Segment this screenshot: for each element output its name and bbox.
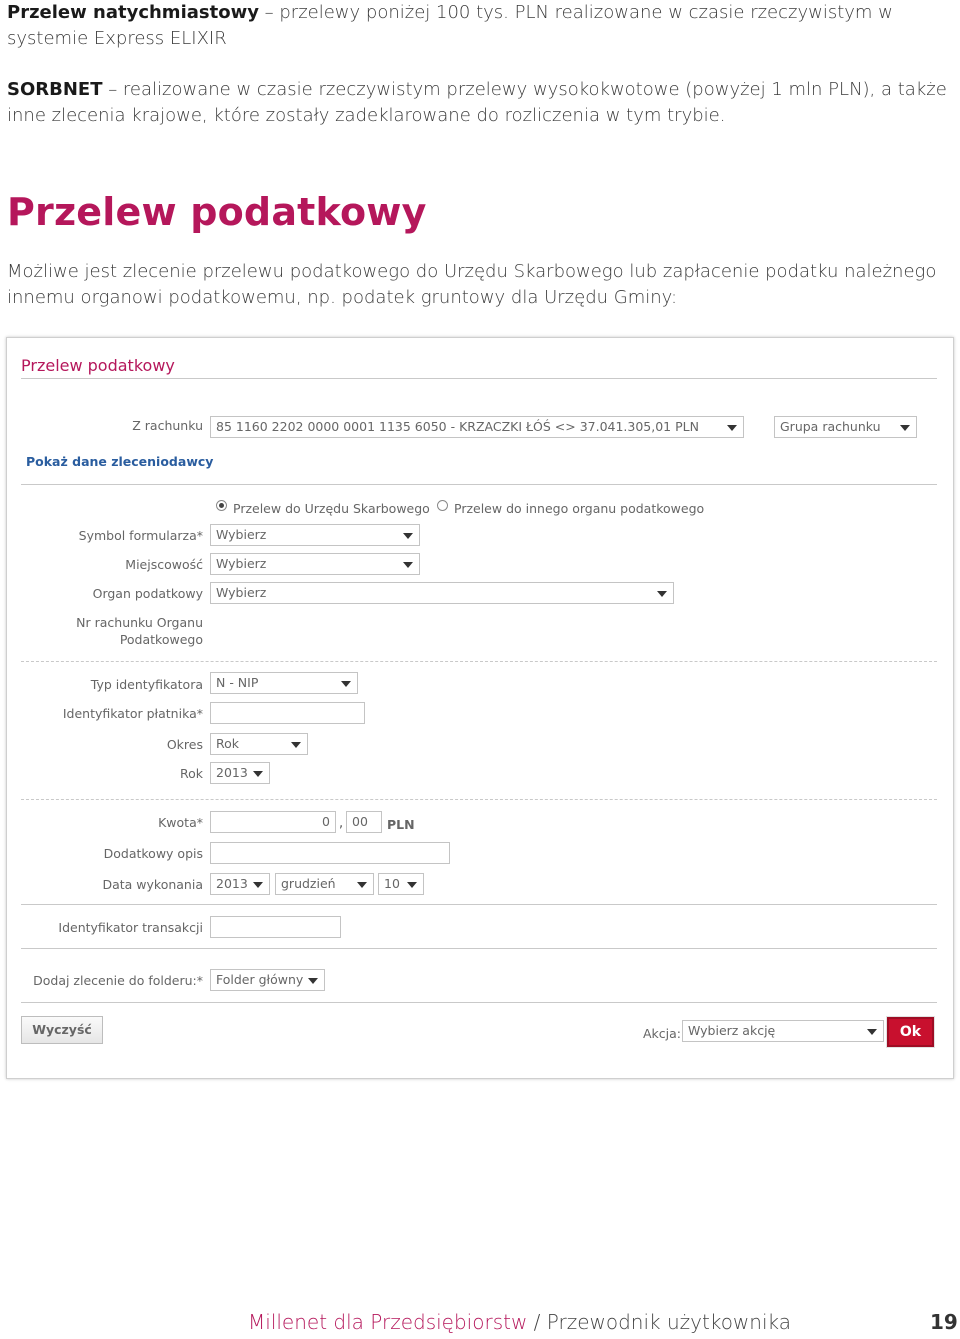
execution-day-value: 10 [384,876,400,891]
extra-description-label: Dodatkowy opis [103,846,203,861]
city-label: Miejscowość [125,557,203,572]
section-description: Możliwe jest zlecenie przelewu podatkowe… [7,261,937,308]
city-value: Wybierz [216,556,267,571]
chevron-down-icon [900,425,910,431]
intro-term-instant-transfer: Przelew natychmiastowy [7,2,259,23]
divider [21,799,937,800]
tax-transfer-form-screenshot: Przelew podatkowy Z rachunku 85 1160 220… [6,337,954,1079]
chevron-down-icon [407,882,417,888]
divider [21,904,937,905]
period-label: Okres [166,737,203,752]
radio-other-authority[interactable] [437,500,448,511]
radio-tax-office[interactable] [216,500,227,511]
account-label: Z rachunku [132,418,203,433]
payer-id-label: Identyfikator płatnika* [62,706,203,721]
execution-year-select[interactable]: 2013 [210,873,270,895]
amount-decimal-input[interactable]: 00 [346,811,382,833]
clear-button[interactable]: Wyczyść [21,1016,103,1044]
tax-office-value: Wybierz [216,585,267,600]
folder-select[interactable]: Folder główny [210,969,325,991]
intro-term-sorbnet: SORBNET [7,79,103,100]
amount-integer-input[interactable]: 0 [210,811,336,833]
folder-value: Folder główny [216,972,304,987]
tax-office-select[interactable]: Wybierz [210,582,674,604]
intro-paragraph-express-elixir: Przelew natychmiastowy – przelewy poniże… [7,0,957,52]
execution-month-select[interactable]: grudzień [275,873,374,895]
chevron-down-icon [253,882,263,888]
id-type-label: Typ identyfikatora [90,677,203,692]
year-select[interactable]: 2013 [210,762,270,784]
form-symbol-value: Wybierz [216,527,267,542]
transaction-id-label: Identyfikator transakcji [58,920,203,935]
radio-tax-office-label: Przelew do Urzędu Skarbowego [233,501,430,516]
form-symbol-label: Symbol formularza* [78,528,203,543]
period-select[interactable]: Rok [210,733,308,755]
transaction-id-input[interactable] [210,916,341,938]
divider [21,1002,937,1003]
ok-button[interactable]: Ok [887,1017,934,1047]
show-orderer-link[interactable]: Pokaż dane zleceniodawcy [26,454,213,469]
tax-office-label: Organ podatkowy [92,586,203,601]
amount-label: Kwota* [158,815,203,830]
chevron-down-icon [253,771,263,777]
id-type-select[interactable]: N - NIP [210,672,358,694]
page-number: 19 [930,1310,958,1334]
execution-year-value: 2013 [216,876,248,891]
chevron-down-icon [357,882,367,888]
amount-separator: , [339,816,344,831]
divider [21,378,937,379]
action-value: Wybierz akcję [688,1023,776,1038]
id-type-value: N - NIP [216,675,259,690]
action-label: Akcja: [643,1026,682,1041]
payer-id-input[interactable] [210,702,365,724]
radio-other-authority-label: Przelew do innego organu podatkowego [454,501,705,516]
city-select[interactable]: Wybierz [210,553,420,575]
chevron-down-icon [727,425,737,431]
footer-separator: / [527,1310,547,1334]
account-select[interactable]: 85 1160 2202 0000 0001 1135 6050 - KRZAC… [210,416,744,438]
form-symbol-select[interactable]: Wybierz [210,524,420,546]
execution-month-value: grudzień [281,876,336,891]
chevron-down-icon [341,681,351,687]
account-group-select[interactable]: Grupa rachunku [774,416,917,438]
currency-label: PLN [387,817,415,832]
action-select[interactable]: Wybierz akcję [682,1020,884,1042]
period-value: Rok [216,736,240,751]
chevron-down-icon [403,533,413,539]
intro-text-sorbnet: – realizowane w czasie rzeczywistym prze… [7,79,947,126]
section-heading: Przelew podatkowy [7,190,427,234]
divider [21,484,937,485]
tax-office-account-label-line1: Nr rachunku Organu [76,615,203,630]
account-select-value: 85 1160 2202 0000 0001 1135 6050 - KRZAC… [216,419,699,434]
form-title: Przelew podatkowy [21,356,175,375]
chevron-down-icon [867,1029,877,1035]
folder-label: Dodaj zlecenie do folderu:* [33,973,203,988]
divider [21,948,937,949]
chevron-down-icon [657,591,667,597]
execution-day-select[interactable]: 10 [378,873,424,895]
divider [21,661,937,662]
footer-brand: Millenet dla Przedsiębiorstw [248,1310,528,1334]
tax-office-account-label-line2: Podatkowego [119,632,203,647]
year-label: Rok [179,766,203,781]
account-group-value: Grupa rachunku [780,419,881,434]
execution-date-label: Data wykonania [102,877,203,892]
chevron-down-icon [403,562,413,568]
chevron-down-icon [308,978,318,984]
chevron-down-icon [291,742,301,748]
extra-description-input[interactable] [210,842,450,864]
year-value: 2013 [216,765,248,780]
intro-paragraph-sorbnet: SORBNET – realizowane w czasie rzeczywis… [7,77,957,129]
footer-guide-title: Przewodnik użytkownika [546,1310,792,1334]
page-footer: Millenet dla Przedsiębiorstw / Przewodni… [248,1310,791,1334]
